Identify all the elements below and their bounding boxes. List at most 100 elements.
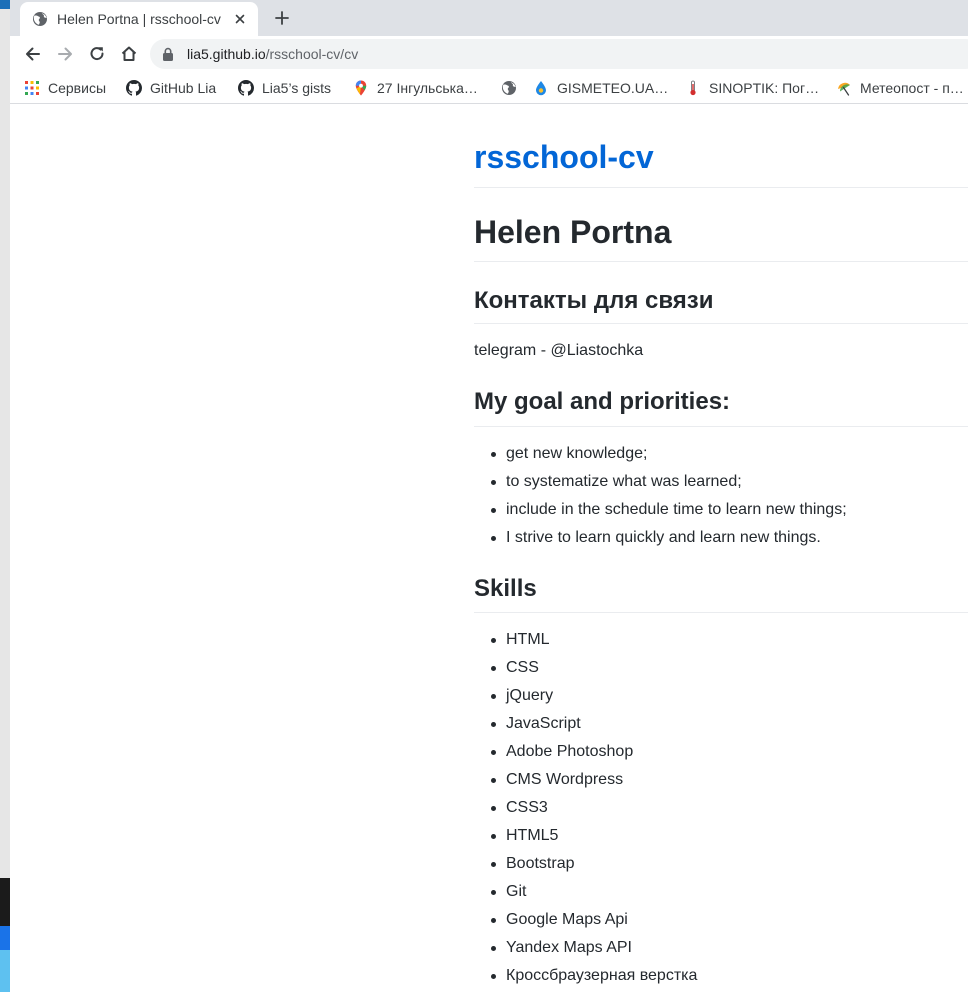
list-item-text: include in the schedule time to learn ne… <box>506 501 847 518</box>
heading-divider <box>474 261 968 262</box>
bookmark-label: GISMETEO.UA… <box>557 80 669 96</box>
list-item-text: Git <box>506 883 527 900</box>
bookmark-services[interactable]: Сервисы <box>24 76 106 100</box>
list-item-text: to systematize what was learned; <box>506 473 742 490</box>
bullet <box>491 778 496 783</box>
desktop-panel-light <box>0 950 10 992</box>
bookmark-label: GitHub Lia <box>150 80 217 96</box>
bookmark-label: Сервисы <box>48 80 107 96</box>
site-title-link[interactable]: rsschool-cv <box>474 138 654 176</box>
maps-pin-icon <box>355 80 367 96</box>
bullet <box>491 508 496 513</box>
bullet <box>491 638 496 643</box>
list-item: I strive to learn quickly and learn new … <box>474 524 847 552</box>
bullet <box>491 452 496 457</box>
list-item-text: JavaScript <box>506 715 581 732</box>
bullet <box>491 480 496 485</box>
bullet <box>491 974 496 979</box>
list-item: Кроссбраузерная верстка <box>474 962 697 990</box>
list-item-text: HTML5 <box>506 827 559 844</box>
bookmark-label: Lia5’s gists <box>262 80 332 96</box>
bullet <box>491 666 496 671</box>
list-item-text: HTML <box>506 631 550 648</box>
home-icon[interactable] <box>119 44 139 64</box>
tab-strip: Helen Portna | rsschool-cv <box>10 0 968 36</box>
list-item: Git <box>474 878 697 906</box>
skills-list: HTML CSS jQuery JavaScript Adobe Photosh… <box>474 626 697 990</box>
list-item-text: Кроссбраузерная верстка <box>506 967 698 984</box>
bookmark-github-lia[interactable]: GitHub Lia <box>126 76 216 100</box>
list-item: to systematize what was learned; <box>474 468 847 496</box>
list-item: jQuery <box>474 682 697 710</box>
bullet <box>491 946 496 951</box>
list-item-text: get new knowledge; <box>506 445 648 462</box>
desktop-edge <box>0 0 10 992</box>
list-item-text: CMS Wordpress <box>506 771 624 788</box>
list-item: Google Maps Api <box>474 906 697 934</box>
list-item-text: I strive to learn quickly and learn new … <box>506 529 821 546</box>
goals-list: get new knowledge; to systematize what w… <box>474 440 847 552</box>
list-item-text: CSS3 <box>506 799 548 816</box>
list-item: HTML <box>474 626 697 654</box>
list-item: Adobe Photoshop <box>474 738 697 766</box>
bookmark-meteopost[interactable]: Метеопост - п… <box>836 76 964 100</box>
desktop-accent <box>0 0 10 9</box>
list-item-text: jQuery <box>506 687 554 704</box>
list-item: get new knowledge; <box>474 440 847 468</box>
list-item-text: CSS <box>506 659 539 676</box>
browser-tab[interactable]: Helen Portna | rsschool-cv <box>20 2 258 36</box>
heading-divider <box>474 612 968 613</box>
url-host: lia5.github.io <box>187 46 266 62</box>
list-item: CSS3 <box>474 794 697 822</box>
bookmark-label: 27 Інгульська… <box>377 80 478 96</box>
contacts-text: telegram - @Liastochka <box>474 342 644 359</box>
list-item-text: Yandex Maps API <box>506 939 632 956</box>
reload-icon[interactable] <box>87 44 107 64</box>
list-item: include in the schedule time to learn ne… <box>474 496 847 524</box>
close-icon[interactable] <box>232 11 248 27</box>
bookmark-globe[interactable] <box>501 76 525 100</box>
address-bar[interactable]: lia5.github.io/rsschool-cv/cv <box>150 39 968 69</box>
list-item: CSS <box>474 654 697 682</box>
list-item: CMS Wordpress <box>474 766 697 794</box>
thermometer-icon <box>690 80 696 96</box>
globe-icon <box>502 81 516 95</box>
list-item-text: Bootstrap <box>506 855 575 872</box>
heading-divider <box>474 323 968 324</box>
list-item: Yandex Maps API <box>474 934 697 962</box>
page-title: Helen Portna <box>474 214 672 250</box>
list-item-text: Adobe Photoshop <box>506 743 634 760</box>
new-tab-plus-icon[interactable] <box>272 8 292 28</box>
skills-heading: Skills <box>474 575 537 602</box>
list-item-text: Google Maps Api <box>506 911 628 928</box>
bookmark-label: SINOPTIK: Пог… <box>709 80 820 96</box>
bullet <box>491 862 496 867</box>
bookmark-sinoptik[interactable]: SINOPTIK: Пог… <box>685 76 819 100</box>
contacts-heading: Контакты для связи <box>474 287 714 314</box>
header-divider <box>474 187 968 188</box>
heading-divider <box>474 426 968 427</box>
tab-title: Helen Portna | rsschool-cv <box>57 11 221 27</box>
bullet <box>491 694 496 699</box>
bookmark-label: Метеопост - п… <box>860 80 964 96</box>
bullet <box>491 750 496 755</box>
lock-icon[interactable] <box>162 47 174 61</box>
list-item: Bootstrap <box>474 850 697 878</box>
gismeteo-drop-icon <box>536 81 546 96</box>
web-page: rsschool-cv Helen Portna Контакты для св… <box>10 105 968 992</box>
forward-arrow-icon[interactable] <box>55 44 75 64</box>
github-icon <box>126 80 142 96</box>
bookmark-gismeteo[interactable]: GISMETEO.UA… <box>533 76 668 100</box>
desktop-panel <box>0 878 10 926</box>
github-icon <box>238 80 254 96</box>
bullet <box>491 918 496 923</box>
url-text: lia5.github.io/rsschool-cv/cv <box>187 46 358 62</box>
apps-grid-icon <box>25 81 39 95</box>
url-path: /rsschool-cv/cv <box>265 46 359 62</box>
bullet <box>491 806 496 811</box>
list-item: JavaScript <box>474 710 697 738</box>
back-arrow-icon[interactable] <box>23 44 43 64</box>
bookmark-maps-address[interactable]: 27 Інгульська… <box>353 76 478 100</box>
umbrella-icon <box>838 82 850 96</box>
bookmark-lia5-gists[interactable]: Lia5’s gists <box>238 76 331 100</box>
